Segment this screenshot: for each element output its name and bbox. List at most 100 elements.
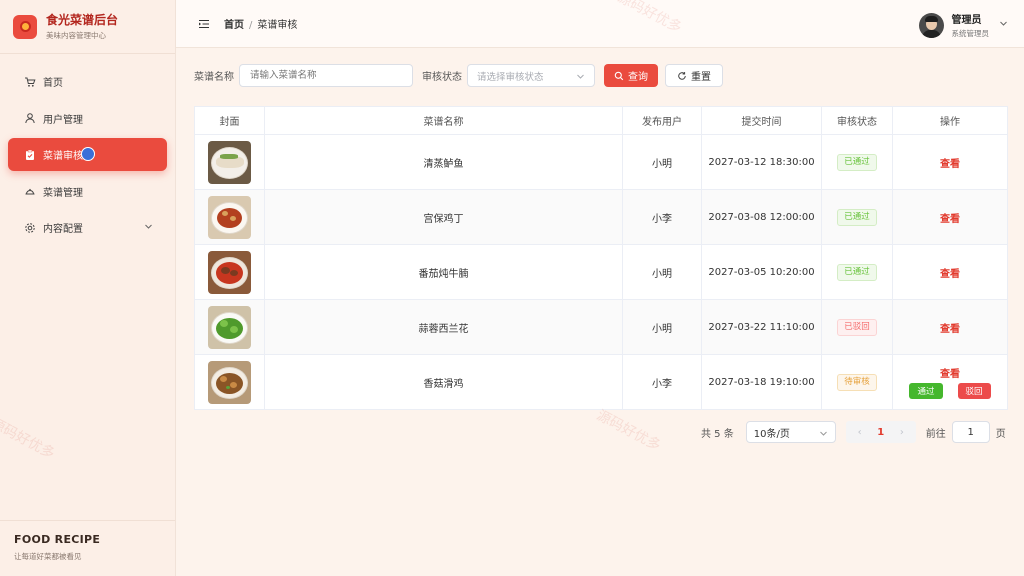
view-link[interactable]: 查看 <box>940 324 960 335</box>
breadcrumb-home[interactable]: 首页 <box>224 20 244 31</box>
sidebar: 食光菜谱后台 美味内容管理中心 首页 用户管理 菜谱审核 菜谱管理 内容配置 F… <box>0 0 176 576</box>
recipe-cover-image <box>208 360 251 404</box>
query-button[interactable]: 查询 <box>604 64 658 87</box>
watermark: 源码好优多 <box>593 407 664 455</box>
sidebar-item-label: 菜谱管理 <box>43 187 83 199</box>
recipe-cover-image <box>208 250 251 294</box>
sidebar-item-home[interactable]: 首页 <box>8 65 167 98</box>
table-row: 蒜蓉西兰花 小明 2027-03-22 11:10:00 已驳回 查看 <box>194 299 1008 355</box>
recipe-review-table: 封面 菜谱名称 发布用户 提交时间 审核状态 操作 清蒸鲈鱼 小明 2027-0… <box>194 106 1008 410</box>
submit-time: 2027-03-22 11:10:00 <box>701 299 822 355</box>
gear-icon <box>24 222 36 234</box>
user-role: 系统管理员 <box>951 29 990 38</box>
column-header: 封面 <box>194 106 265 135</box>
sidebar-item-recipe-manage[interactable]: 菜谱管理 <box>8 175 167 208</box>
user-name: 管理员 <box>951 15 982 26</box>
table-row: 宫保鸡丁 小李 2027-03-08 12:00:00 已通过 查看 <box>194 189 1008 245</box>
filter-bar: 菜谱名称 审核状态 请选择审核状态 查询 重置 <box>194 64 1024 87</box>
column-header: 发布用户 <box>622 106 702 135</box>
breadcrumb-current: 菜谱审核 <box>257 20 298 31</box>
recipe-name: 番茄炖牛腩 <box>264 244 623 300</box>
status-select[interactable]: 请选择审核状态 <box>467 64 595 87</box>
recipe-name: 蒜蓉西兰花 <box>264 299 623 355</box>
chevron-down-icon <box>576 72 585 84</box>
breadcrumb-separator: / <box>249 20 253 31</box>
recipe-name-input[interactable] <box>239 64 413 87</box>
sidebar-menu: 首页 用户管理 菜谱审核 菜谱管理 内容配置 <box>0 54 175 244</box>
brand-title: 食光菜谱后台 <box>46 12 119 27</box>
status-select-placeholder: 请选择审核状态 <box>477 71 544 83</box>
publish-user: 小明 <box>622 299 702 355</box>
sidebar-item-users[interactable]: 用户管理 <box>8 102 167 135</box>
page-unit-label: 页 <box>995 428 1006 440</box>
status-label: 审核状态 <box>422 72 462 83</box>
publish-user: 小明 <box>622 244 702 300</box>
view-link[interactable]: 查看 <box>940 269 960 280</box>
table-row: 香菇滑鸡 小李 2027-03-18 19:10:00 待审核 查看 通过 驳回 <box>194 354 1008 410</box>
page-navigator: ‹ 1 › <box>845 421 916 443</box>
menu-fold-icon[interactable] <box>198 18 210 30</box>
recipe-name-label: 菜谱名称 <box>194 72 234 83</box>
submit-time: 2027-03-12 18:30:00 <box>701 134 822 190</box>
sidebar-item-recipe-review[interactable]: 菜谱审核 <box>8 138 167 171</box>
recipe-cover-image <box>208 305 251 349</box>
footer-subtitle: 让每道好菜都被看见 <box>14 552 82 561</box>
footer-title: FOOD RECIPE <box>14 533 101 546</box>
review-actions: 通过 驳回 <box>893 383 1007 399</box>
sidebar-footer: FOOD RECIPE 让每道好菜都被看见 <box>0 520 175 576</box>
next-page-icon[interactable]: › <box>900 427 904 438</box>
top-header: 首页 / 菜谱审核 管理员 系统管理员 <box>176 0 1024 48</box>
sidebar-item-label: 首页 <box>43 78 63 89</box>
reject-button[interactable]: 驳回 <box>957 383 991 399</box>
table-row: 番茄炖牛腩 小明 2027-03-05 10:20:00 已通过 查看 <box>194 244 1008 300</box>
submit-time: 2027-03-08 12:00:00 <box>701 189 822 245</box>
page-number[interactable]: 1 <box>877 427 884 438</box>
search-icon <box>614 71 624 80</box>
cursor-indicator <box>81 147 95 161</box>
recipe-cover-image <box>208 195 251 239</box>
recipe-name: 清蒸鲈鱼 <box>264 134 623 190</box>
status-badge: 已通过 <box>837 153 877 171</box>
status-badge: 已驳回 <box>837 318 877 336</box>
view-link[interactable]: 查看 <box>940 159 960 170</box>
reset-button-label: 重置 <box>691 72 711 83</box>
sidebar-item-label: 内容配置 <box>43 224 83 235</box>
user-icon <box>24 112 36 124</box>
publish-user: 小明 <box>622 134 702 190</box>
approve-button[interactable]: 通过 <box>909 383 943 399</box>
status-badge: 已通过 <box>837 263 877 281</box>
sidebar-item-content-config[interactable]: 内容配置 <box>8 211 167 244</box>
cloche-icon <box>24 185 36 197</box>
refresh-icon <box>678 71 686 80</box>
reset-button[interactable]: 重置 <box>665 64 723 87</box>
brand-subtitle: 美味内容管理中心 <box>46 30 106 40</box>
status-badge: 已通过 <box>837 208 877 226</box>
publish-user: 小李 <box>622 189 702 245</box>
submit-time: 2027-03-18 19:10:00 <box>701 354 822 410</box>
chevron-down-icon <box>819 429 828 441</box>
query-button-label: 查询 <box>628 72 648 83</box>
cart-icon <box>24 76 36 88</box>
goto-label: 前往 <box>925 428 946 440</box>
page-size-select[interactable]: 10条/页 <box>745 421 836 443</box>
user-menu[interactable]: 管理员 系统管理员 <box>918 11 1009 39</box>
sidebar-item-label: 菜谱审核 <box>43 151 83 162</box>
chevron-down-icon <box>999 19 1008 31</box>
table-row: 清蒸鲈鱼 小明 2027-03-12 18:30:00 已通过 查看 <box>194 134 1008 190</box>
publish-user: 小李 <box>622 354 702 410</box>
submit-time: 2027-03-05 10:20:00 <box>701 244 822 300</box>
tomato-logo-icon <box>13 14 37 39</box>
column-header: 菜谱名称 <box>264 106 623 135</box>
view-link[interactable]: 查看 <box>940 214 960 225</box>
column-header: 提交时间 <box>701 106 822 135</box>
goto-page-input[interactable]: 1 <box>951 421 990 443</box>
prev-page-icon[interactable]: ‹ <box>858 427 862 438</box>
column-header: 操作 <box>892 106 1008 135</box>
table-header-row: 封面 菜谱名称 发布用户 提交时间 审核状态 操作 <box>194 106 1008 135</box>
breadcrumb: 首页 / 菜谱审核 <box>224 16 297 31</box>
pagination: 共 5 条 10条/页 ‹ 1 › 前往 1 页 <box>701 421 1006 443</box>
clipboard-check-icon <box>24 149 36 161</box>
column-header: 审核状态 <box>821 106 893 135</box>
page-size-value: 10条/页 <box>753 428 790 440</box>
view-link[interactable]: 查看 <box>940 369 960 380</box>
